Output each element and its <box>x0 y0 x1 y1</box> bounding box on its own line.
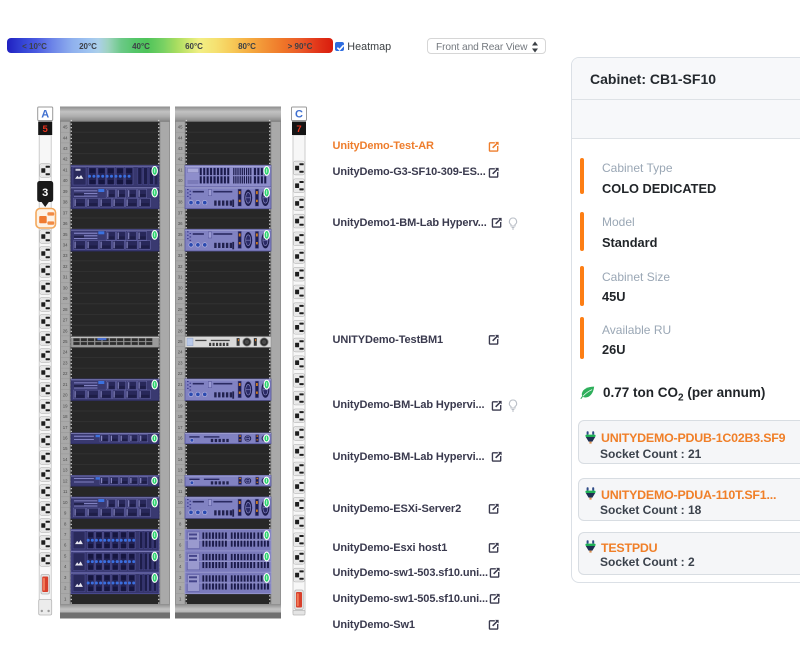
svg-text:27: 27 <box>178 318 183 323</box>
svg-text:20: 20 <box>63 393 68 398</box>
svg-text:28: 28 <box>178 307 183 312</box>
svg-text:37: 37 <box>178 210 183 215</box>
svg-text:24: 24 <box>178 350 183 355</box>
svg-text:40: 40 <box>63 178 68 183</box>
svg-text:39: 39 <box>178 189 183 194</box>
svg-text:10: 10 <box>63 500 68 505</box>
svg-text:23: 23 <box>178 360 183 365</box>
svg-text:32: 32 <box>63 264 68 269</box>
svg-text:34: 34 <box>178 243 183 248</box>
svg-text:10: 10 <box>178 500 183 505</box>
svg-text:20: 20 <box>178 393 183 398</box>
svg-text:40: 40 <box>178 178 183 183</box>
svg-text:28: 28 <box>63 307 68 312</box>
svg-text:29: 29 <box>178 296 183 301</box>
svg-text:44: 44 <box>63 135 68 140</box>
svg-text:41: 41 <box>178 167 183 172</box>
svg-text:16: 16 <box>178 436 183 441</box>
svg-text:45: 45 <box>63 125 68 130</box>
svg-text:5: 5 <box>43 124 49 135</box>
svg-text:35: 35 <box>178 232 183 237</box>
svg-text:41: 41 <box>63 167 68 172</box>
svg-text:14: 14 <box>63 457 68 462</box>
svg-text:22: 22 <box>178 371 183 376</box>
svg-text:31: 31 <box>178 275 183 280</box>
svg-text:26: 26 <box>178 328 183 333</box>
svg-text:43: 43 <box>178 146 183 151</box>
svg-text:21: 21 <box>63 382 68 387</box>
svg-text:14: 14 <box>178 457 183 462</box>
svg-text:11: 11 <box>178 489 183 494</box>
svg-text:C: C <box>295 108 303 120</box>
svg-text:38: 38 <box>178 200 183 205</box>
svg-text:13: 13 <box>63 468 68 473</box>
svg-text:18: 18 <box>63 414 68 419</box>
svg-text:33: 33 <box>63 253 68 258</box>
svg-text:42: 42 <box>178 157 183 162</box>
svg-text:12: 12 <box>63 478 68 483</box>
svg-text:7: 7 <box>296 124 301 135</box>
svg-text:30: 30 <box>178 285 183 290</box>
svg-text:15: 15 <box>63 446 68 451</box>
svg-text:33: 33 <box>178 253 183 258</box>
svg-text:13: 13 <box>178 468 183 473</box>
svg-text:35: 35 <box>63 232 68 237</box>
svg-text:26: 26 <box>63 328 68 333</box>
svg-text:19: 19 <box>63 403 68 408</box>
svg-text:37: 37 <box>63 210 68 215</box>
svg-text:12: 12 <box>178 478 183 483</box>
svg-text:38: 38 <box>63 200 68 205</box>
svg-text:34: 34 <box>63 243 68 248</box>
svg-text:36: 36 <box>178 221 183 226</box>
svg-text:43: 43 <box>63 146 68 151</box>
svg-text:A: A <box>41 108 49 120</box>
svg-text:21: 21 <box>178 382 183 387</box>
svg-text:22: 22 <box>63 371 68 376</box>
svg-text:25: 25 <box>63 339 68 344</box>
svg-text:29: 29 <box>63 296 68 301</box>
svg-text:19: 19 <box>178 403 183 408</box>
svg-text:32: 32 <box>178 264 183 269</box>
svg-text:36: 36 <box>63 221 68 226</box>
svg-text:16: 16 <box>63 436 68 441</box>
svg-text:15: 15 <box>178 446 183 451</box>
svg-text:39: 39 <box>63 189 68 194</box>
svg-text:3: 3 <box>42 187 48 199</box>
svg-text:17: 17 <box>178 425 183 430</box>
svg-text:42: 42 <box>63 157 68 162</box>
svg-text:11: 11 <box>63 489 68 494</box>
svg-text:31: 31 <box>63 275 68 280</box>
svg-text:45: 45 <box>178 125 183 130</box>
svg-text:17: 17 <box>63 425 68 430</box>
svg-text:24: 24 <box>63 350 68 355</box>
svg-text:27: 27 <box>63 318 68 323</box>
svg-text:18: 18 <box>178 414 183 419</box>
svg-text:44: 44 <box>178 135 183 140</box>
svg-text:30: 30 <box>63 285 68 290</box>
svg-text:23: 23 <box>63 360 68 365</box>
svg-text:25: 25 <box>178 339 183 344</box>
